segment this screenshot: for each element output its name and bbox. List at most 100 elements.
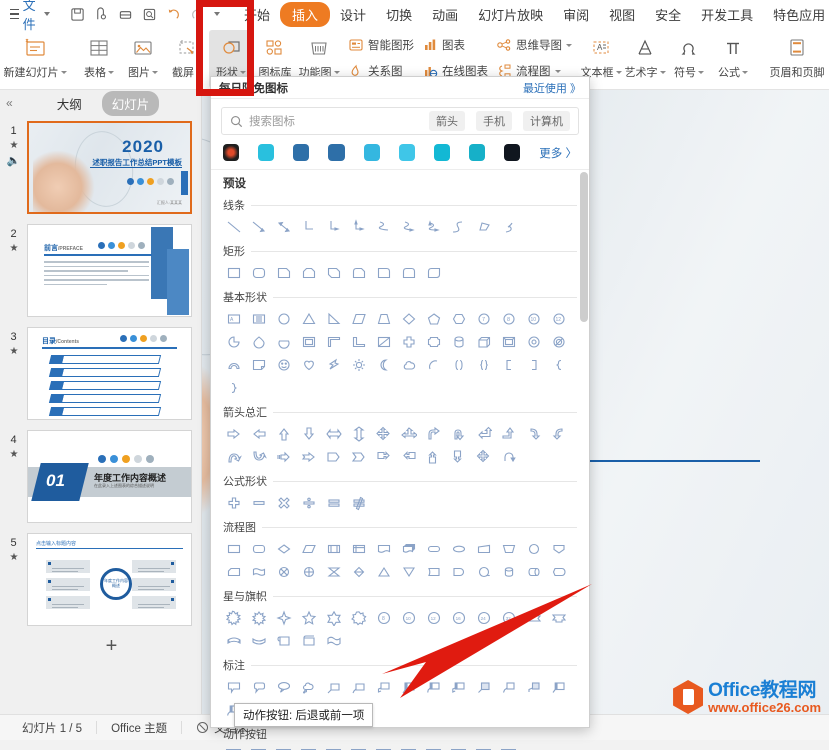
list-item[interactable]: 3 ★ 目录/Contents xyxy=(0,322,201,425)
action-button-movie[interactable]: ▣ xyxy=(396,744,421,750)
callout-oval[interactable] xyxy=(271,675,296,698)
callout-bordered-3[interactable] xyxy=(521,675,546,698)
shape-circular-arrow[interactable] xyxy=(496,445,521,468)
shape-star-4[interactable] xyxy=(271,606,296,629)
callout-line-3[interactable] xyxy=(371,675,396,698)
shape-double-bracket[interactable] xyxy=(446,353,471,376)
shape-folded-corner[interactable] xyxy=(246,353,271,376)
symbol-button[interactable]: 符号 xyxy=(667,30,711,88)
shape-right-arrow[interactable] xyxy=(221,422,246,445)
callout-rectangular[interactable] xyxy=(221,675,246,698)
mindmap-button[interactable]: 思维导图 xyxy=(492,32,576,58)
recent-icon-clipboard[interactable] xyxy=(258,144,275,161)
shape-sun[interactable] xyxy=(346,353,371,376)
callout-accent-bordered-1[interactable] xyxy=(546,675,571,698)
shape-star-10[interactable]: 10 xyxy=(396,606,421,629)
shape-right-bracket[interactable] xyxy=(521,353,546,376)
shape-down-arrow[interactable] xyxy=(296,422,321,445)
shape-star-8[interactable]: 8 xyxy=(371,606,396,629)
shape-can[interactable] xyxy=(446,330,471,353)
tab-insert[interactable]: 插入 xyxy=(280,1,331,27)
action-button-back[interactable]: ◀ xyxy=(221,744,246,750)
shape-curved-up-arrow[interactable] xyxy=(221,445,246,468)
flowchart-sequential-access[interactable] xyxy=(471,560,496,583)
undo-icon[interactable] xyxy=(166,7,181,22)
shape-explosion-1[interactable] xyxy=(221,606,246,629)
shape-up-arrow[interactable] xyxy=(271,422,296,445)
tab-design[interactable]: 设计 xyxy=(330,2,376,27)
tab-developer[interactable]: 开发工具 xyxy=(691,2,763,27)
shape-curve[interactable] xyxy=(371,215,396,238)
recent-used-link[interactable]: 最近使用 》 xyxy=(523,80,581,96)
shape-u-turn-arrow[interactable] xyxy=(446,422,471,445)
shape-curved-left-arrow[interactable] xyxy=(546,422,571,445)
tab-review[interactable]: 审阅 xyxy=(553,2,599,27)
flowchart-manual-operation[interactable] xyxy=(496,537,521,560)
flowchart-connector[interactable] xyxy=(521,537,546,560)
flowchart-process[interactable] xyxy=(221,537,246,560)
shape-minus[interactable] xyxy=(246,491,271,514)
shape-frame[interactable] xyxy=(296,330,321,353)
shape-quad-arrow-callout[interactable] xyxy=(471,445,496,468)
callout-bordered-1[interactable] xyxy=(471,675,496,698)
shape-curved-down-arrow[interactable] xyxy=(246,445,271,468)
shape-snip-same-side[interactable] xyxy=(296,261,321,284)
shape-heart[interactable] xyxy=(296,353,321,376)
shape-bent-up-arrow[interactable] xyxy=(496,422,521,445)
shape-star-16[interactable]: 16 xyxy=(446,606,471,629)
equation-button[interactable]: 公式 xyxy=(711,30,755,88)
flowchart-direct-access[interactable] xyxy=(521,560,546,583)
shape-up-down-arrow[interactable] xyxy=(346,422,371,445)
flowchart-data[interactable] xyxy=(296,537,321,560)
tab-view[interactable]: 视图 xyxy=(599,2,645,27)
shape-division[interactable] xyxy=(296,491,321,514)
new-slide-button[interactable]: 新建幻灯片 xyxy=(4,30,67,88)
action-button-return[interactable]: ↩ xyxy=(371,744,396,750)
smartart-button[interactable]: 智能图形 xyxy=(344,32,418,58)
slide-thumbnail-3[interactable]: 目录/Contents xyxy=(27,327,192,420)
screenshot-button[interactable]: 截屏 xyxy=(165,30,209,88)
shapes-dropdown-panel[interactable]: 每日限免图标 最近使用 》 搜索图标 箭头 手机 计算机 更多 〉 预设 线条 … xyxy=(210,76,590,750)
shape-donut[interactable] xyxy=(521,330,546,353)
shape-star-12[interactable]: 12 xyxy=(421,606,446,629)
shape-left-right-up-arrow[interactable] xyxy=(396,422,421,445)
shape-star-6[interactable] xyxy=(321,606,346,629)
tab-outline[interactable]: 大纲 xyxy=(47,91,92,116)
shape-up-ribbon[interactable] xyxy=(521,606,546,629)
wordart-button[interactable]: 艺术字 xyxy=(623,30,667,88)
callout-line-2[interactable] xyxy=(346,675,371,698)
recent-icon-envelope[interactable] xyxy=(433,144,450,161)
shape-trapezoid[interactable] xyxy=(371,307,396,330)
shape-vertical-text[interactable] xyxy=(246,307,271,330)
shape-cross[interactable] xyxy=(396,330,421,353)
recent-icon-card[interactable] xyxy=(293,144,310,161)
shape-octagon[interactable]: 8 xyxy=(496,307,521,330)
shape-down-ribbon[interactable] xyxy=(546,606,571,629)
shape-explosion-2[interactable] xyxy=(246,606,271,629)
flowchart-internal-storage[interactable] xyxy=(346,537,371,560)
slide-thumbnail-1[interactable]: 2020 述职报告工作总结PPT模板 汇报人:某某某 xyxy=(27,121,192,214)
recent-icon-person[interactable] xyxy=(468,144,486,161)
shape-equal[interactable] xyxy=(321,491,346,514)
shape-star-7[interactable] xyxy=(346,606,371,629)
flowchart-preparation[interactable] xyxy=(446,537,471,560)
shape-line-arrow[interactable] xyxy=(246,215,271,238)
flowchart-terminator[interactable] xyxy=(421,537,446,560)
redo-icon[interactable] xyxy=(190,7,205,22)
shape-block-arc[interactable] xyxy=(221,353,246,376)
shape-pentagon-arrow[interactable] xyxy=(321,445,346,468)
action-button-home[interactable]: ⌂ xyxy=(321,744,346,750)
shape-scribble[interactable] xyxy=(496,215,521,238)
action-button-information[interactable]: i xyxy=(346,744,371,750)
action-button-sound[interactable]: 🔈 xyxy=(446,744,471,750)
shape-cloud[interactable] xyxy=(396,353,421,376)
shape-curved-right-arrow[interactable] xyxy=(521,422,546,445)
shape-horizontal-scroll[interactable] xyxy=(296,629,321,652)
recent-icon-globe[interactable] xyxy=(363,144,380,161)
flowchart-document[interactable] xyxy=(371,537,396,560)
shape-cube[interactable] xyxy=(471,330,496,353)
shape-chevron[interactable] xyxy=(346,445,371,468)
shape-chord[interactable] xyxy=(271,330,296,353)
flowchart-alternate-process[interactable] xyxy=(246,537,271,560)
shape-teardrop[interactable] xyxy=(246,330,271,353)
